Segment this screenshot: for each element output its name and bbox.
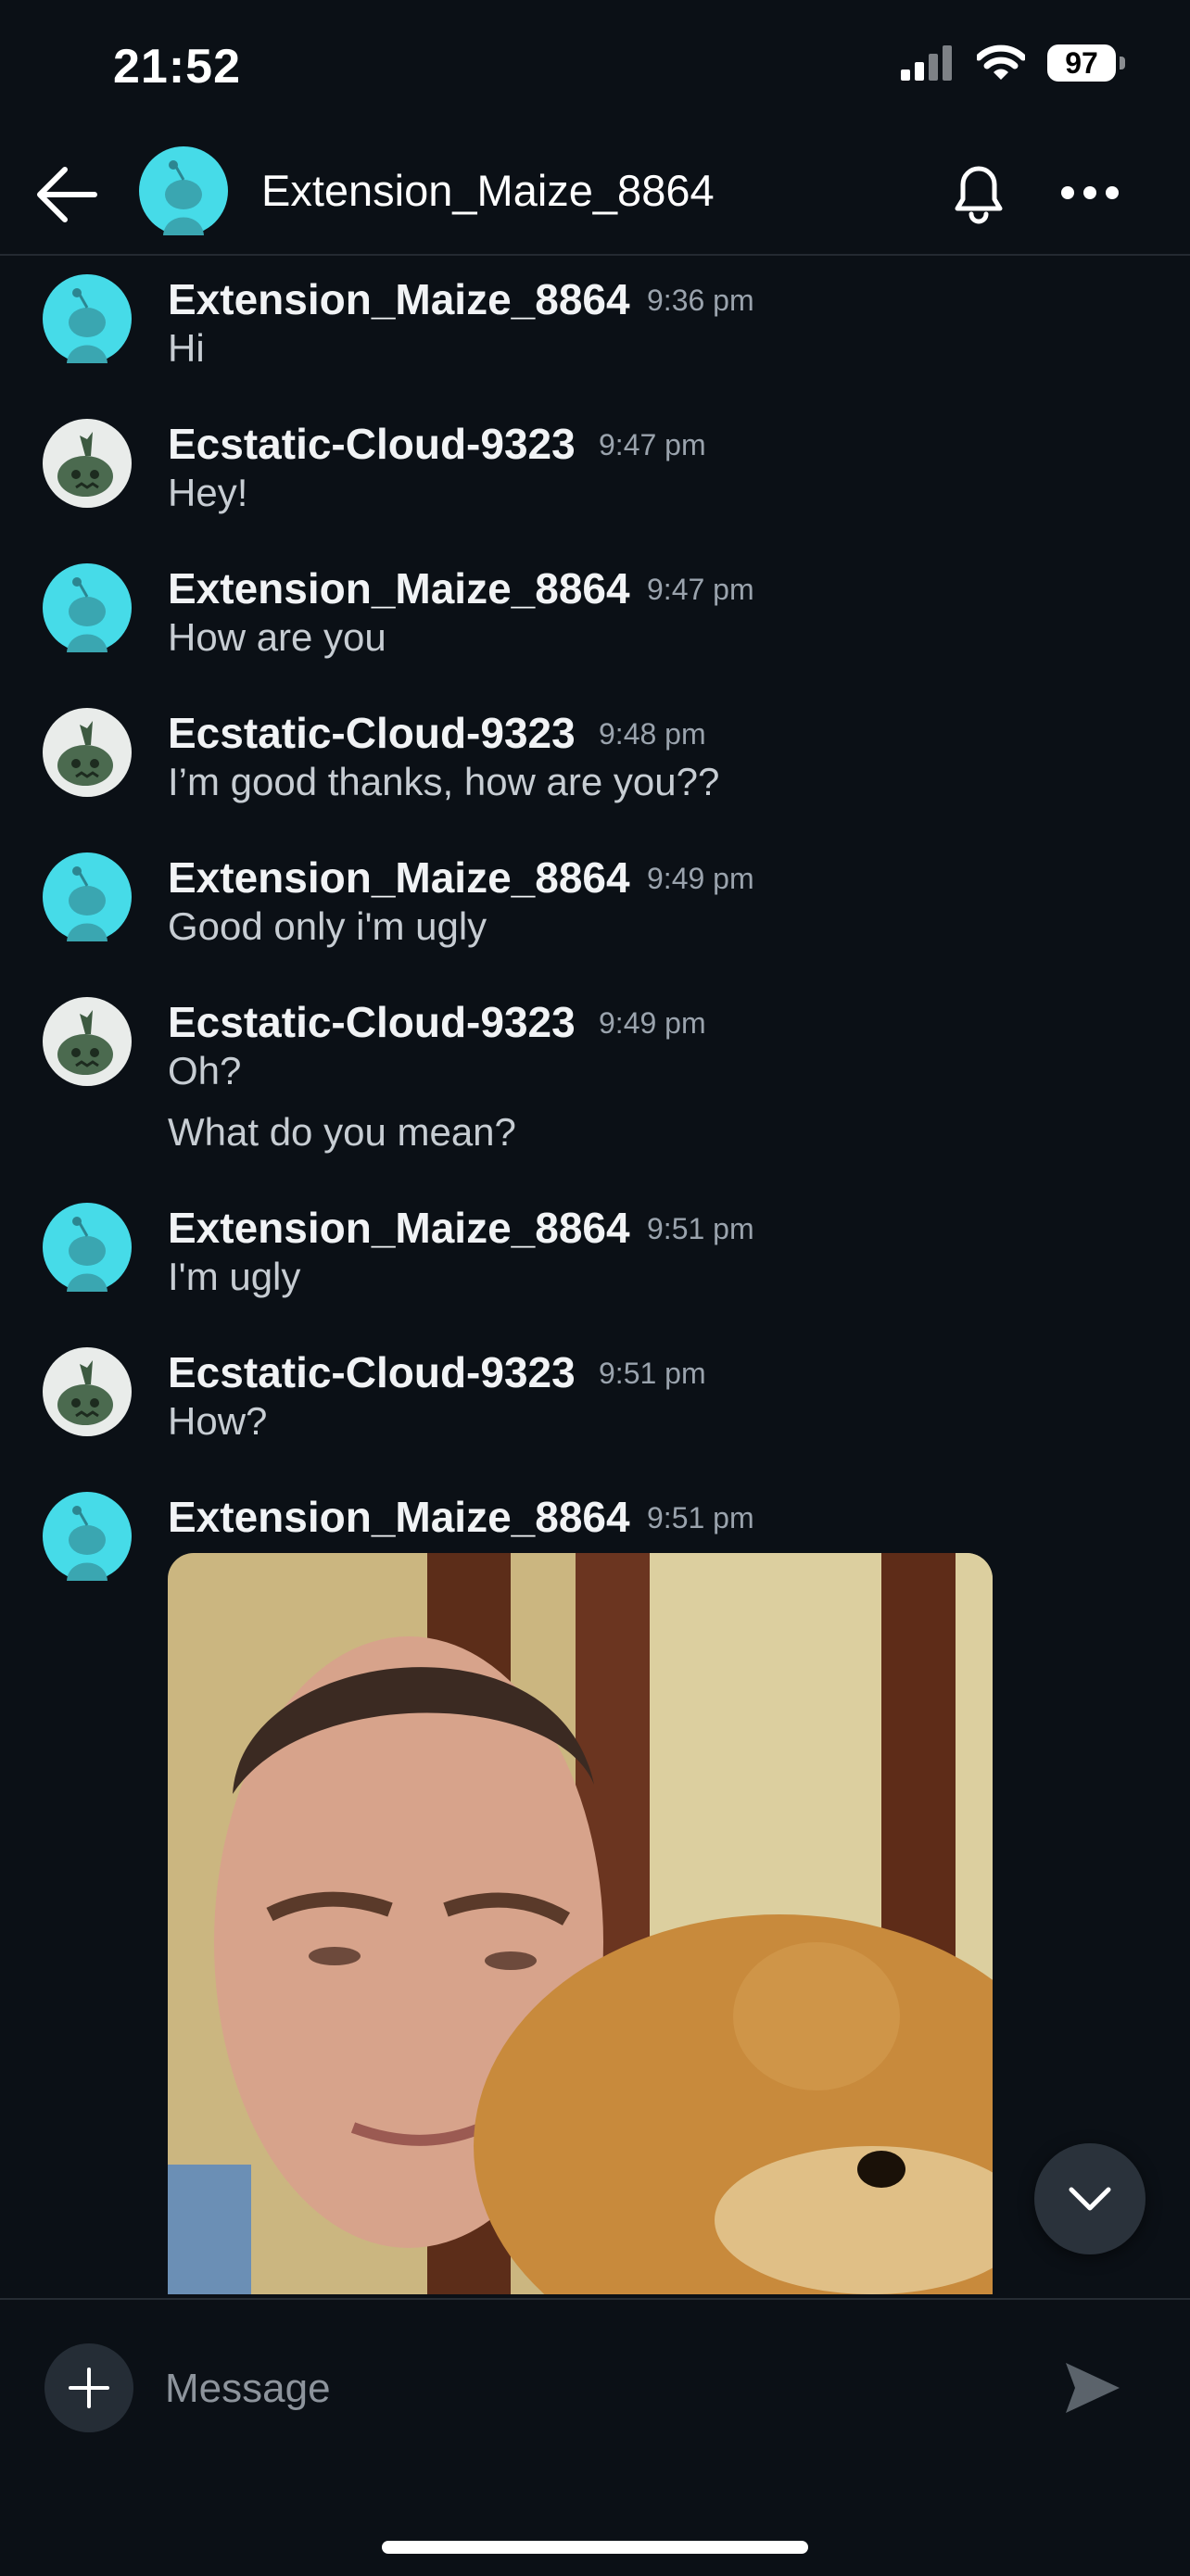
message-timestamp: 9:47 pm: [647, 573, 754, 606]
user-avatar[interactable]: [43, 274, 132, 363]
user-avatar[interactable]: [43, 1203, 132, 1292]
scroll-to-bottom-button[interactable]: [1034, 2143, 1146, 2254]
message-item: Ecstatic-Cloud-9323 9:49 pm Oh? What do …: [0, 979, 1190, 1184]
user-avatar[interactable]: [43, 1492, 132, 1581]
home-indicator: [382, 2541, 808, 2554]
message-username[interactable]: Extension_Maize_8864: [168, 1492, 630, 1542]
message-text: Hey!: [168, 471, 248, 514]
message-item: Extension_Maize_8864 9:51 pm I'm ugly: [0, 1184, 1190, 1329]
chat-title: Extension_Maize_8864: [261, 166, 715, 215]
message-username[interactable]: Extension_Maize_8864: [168, 852, 630, 903]
image-attachment[interactable]: [168, 1553, 993, 2294]
message-text: How?: [168, 1399, 268, 1443]
message-username[interactable]: Extension_Maize_8864: [168, 274, 630, 324]
header-avatar[interactable]: [139, 146, 228, 235]
message-text: What do you mean?: [168, 1110, 516, 1154]
message-timestamp: 9:36 pm: [647, 284, 754, 317]
message-item: Extension_Maize_8864 9:49 pm Good only i…: [0, 834, 1190, 979]
message-text: Hi: [168, 326, 205, 370]
message-timestamp: 9:49 pm: [599, 1006, 706, 1040]
user-avatar[interactable]: [43, 563, 132, 652]
status-icons: 97: [901, 44, 1125, 82]
message-text: I’m good thanks, how are you??: [168, 760, 720, 803]
message-timestamp: 9:47 pm: [599, 428, 706, 461]
message-username[interactable]: Ecstatic-Cloud-9323: [168, 997, 576, 1047]
message-text: Good only i'm ugly: [168, 904, 487, 948]
user-avatar[interactable]: [43, 419, 132, 508]
more-options-button[interactable]: [1053, 156, 1127, 230]
message-list[interactable]: Extension_Maize_8864 9:36 pm Hi Ecstatic…: [0, 256, 1190, 2298]
message-timestamp: 9:51 pm: [647, 1501, 754, 1534]
cellular-signal-icon: [901, 45, 952, 81]
bell-icon: [955, 166, 1003, 224]
user-avatar[interactable]: [43, 708, 132, 797]
message-username[interactable]: Extension_Maize_8864: [168, 1203, 630, 1253]
message-timestamp: 9:49 pm: [647, 862, 754, 895]
plus-icon: [69, 2368, 109, 2408]
message-item: Ecstatic-Cloud-9323 9:48 pm I’m good tha…: [0, 689, 1190, 834]
message-text: Oh?: [168, 1049, 242, 1092]
message-text: How are you: [168, 615, 386, 659]
chat-header: Extension_Maize_8864: [0, 130, 1190, 256]
more-dots-icon: [1061, 186, 1119, 199]
send-button[interactable]: [1051, 2346, 1134, 2430]
wifi-icon: [977, 44, 1025, 80]
message-username[interactable]: Ecstatic-Cloud-9323: [168, 708, 576, 758]
status-time: 21:52: [113, 40, 241, 94]
user-avatar[interactable]: [43, 852, 132, 941]
send-icon: [1066, 2363, 1120, 2413]
message-timestamp: 9:51 pm: [647, 1212, 754, 1245]
status-bar: 21:52 97: [0, 0, 1190, 130]
user-avatar[interactable]: [43, 1347, 132, 1436]
back-arrow-icon: [37, 167, 97, 222]
message-username[interactable]: Extension_Maize_8864: [168, 563, 630, 613]
message-text: I'm ugly: [168, 1255, 301, 1298]
notifications-button[interactable]: [942, 156, 1016, 230]
message-timestamp: 9:48 pm: [599, 717, 706, 751]
chevron-down-icon: [1069, 2187, 1111, 2211]
message-item: Extension_Maize_8864 9:47 pm How are you: [0, 545, 1190, 689]
message-composer: [0, 2298, 1190, 2576]
message-timestamp: 9:51 pm: [599, 1357, 706, 1390]
message-username[interactable]: Ecstatic-Cloud-9323: [168, 1347, 576, 1397]
battery-indicator: 97: [1047, 44, 1125, 82]
message-input[interactable]: [163, 2351, 1019, 2427]
message-item: Extension_Maize_8864 9:36 pm Hi: [0, 256, 1190, 400]
add-attachment-button[interactable]: [44, 2343, 133, 2432]
back-button[interactable]: [30, 158, 104, 232]
message-username[interactable]: Ecstatic-Cloud-9323: [168, 419, 576, 469]
message-item: Ecstatic-Cloud-9323 9:47 pm Hey!: [0, 400, 1190, 545]
user-avatar[interactable]: [43, 997, 132, 1086]
message-item: Ecstatic-Cloud-9323 9:51 pm How?: [0, 1329, 1190, 1473]
